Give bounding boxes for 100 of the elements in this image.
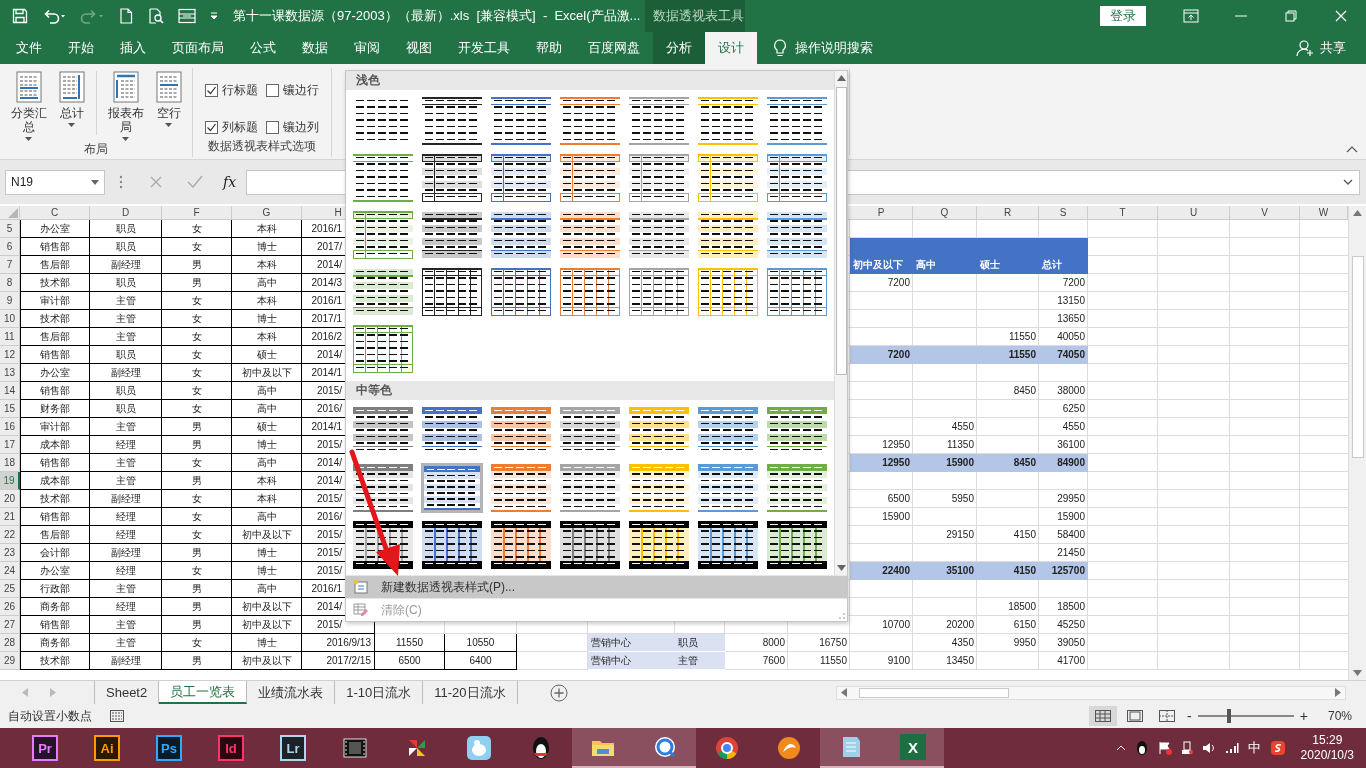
style-thumbnail[interactable] xyxy=(421,463,483,513)
ribbon-tab[interactable]: 审阅 xyxy=(341,32,393,64)
scroll-left-icon[interactable] xyxy=(841,688,847,697)
zoom-out-button[interactable]: - xyxy=(1187,708,1192,724)
check-icon[interactable] xyxy=(187,175,203,189)
ribbon-tab[interactable]: 视图 xyxy=(393,32,445,64)
column-header[interactable]: U xyxy=(1158,206,1230,220)
ribbon-button[interactable]: 报表布局 xyxy=(103,71,148,141)
style-thumbnail[interactable] xyxy=(628,153,690,203)
ribbon-tab[interactable]: 数据 xyxy=(289,32,341,64)
input-method-indicator[interactable]: 中 xyxy=(1247,739,1261,757)
style-thumbnail[interactable] xyxy=(352,267,414,317)
vertical-scrollbar[interactable] xyxy=(1348,206,1366,680)
taskbar-app[interactable]: X xyxy=(882,728,944,768)
ribbon-button[interactable]: 空行 xyxy=(151,71,186,127)
taskbar-app[interactable]: Pr xyxy=(14,728,76,768)
checkbox[interactable]: 列标题 xyxy=(205,116,258,138)
style-thumbnail[interactable] xyxy=(628,520,690,570)
style-thumbnail[interactable] xyxy=(421,96,483,146)
taskbar-app[interactable] xyxy=(634,728,696,768)
row-number[interactable]: 12 xyxy=(0,346,20,364)
zoom-slider-thumb[interactable] xyxy=(1227,709,1232,723)
style-thumbnail[interactable] xyxy=(628,210,690,260)
style-thumbnail[interactable] xyxy=(766,520,828,570)
style-thumbnail[interactable] xyxy=(490,267,552,317)
input-method-icon[interactable] xyxy=(1269,740,1286,756)
style-thumbnail[interactable] xyxy=(628,96,690,146)
row-number[interactable]: 11 xyxy=(0,328,20,346)
scroll-down-icon[interactable] xyxy=(836,565,846,571)
ribbon-button[interactable]: 总计 xyxy=(54,71,89,127)
style-thumbnail[interactable] xyxy=(352,463,414,513)
style-thumbnail[interactable] xyxy=(421,153,483,203)
style-thumbnail[interactable] xyxy=(421,210,483,260)
insert-function-button[interactable]: fx xyxy=(223,174,237,190)
style-thumbnail[interactable] xyxy=(766,153,828,203)
scroll-thumb[interactable] xyxy=(859,687,1009,698)
zoom-in-button[interactable]: + xyxy=(1299,708,1308,724)
row-number[interactable]: 21 xyxy=(0,508,20,526)
row-number[interactable]: 10 xyxy=(0,310,20,328)
row-number[interactable]: 13 xyxy=(0,364,20,382)
taskbar-app[interactable]: Ai xyxy=(76,728,138,768)
clock-time[interactable]: 15:29 xyxy=(1312,733,1343,748)
normal-view-button[interactable] xyxy=(1089,706,1118,726)
column-header[interactable]: S xyxy=(1039,206,1088,220)
style-thumbnail[interactable] xyxy=(697,96,759,146)
taskbar-app[interactable]: Ps xyxy=(138,728,200,768)
ribbon-tab[interactable]: 帮助 xyxy=(523,32,575,64)
row-number[interactable]: 19 xyxy=(0,472,20,490)
style-thumbnail[interactable] xyxy=(697,153,759,203)
expand-icon[interactable] xyxy=(1343,179,1353,185)
style-thumbnail[interactable] xyxy=(697,463,759,513)
column-header[interactable]: P xyxy=(850,206,913,220)
collapse-ribbon-icon[interactable] xyxy=(1346,145,1358,153)
ribbon-tab[interactable]: 公式 xyxy=(237,32,289,64)
checkbox[interactable]: 镶边列 xyxy=(266,116,319,138)
usb-icon[interactable] xyxy=(1180,741,1193,755)
row-number[interactable]: 24 xyxy=(0,562,20,580)
row-number[interactable]: 18 xyxy=(0,454,20,472)
horizontal-scrollbar[interactable] xyxy=(836,685,1346,700)
row-number[interactable]: 29 xyxy=(0,652,20,670)
flag-icon[interactable] xyxy=(1157,741,1172,755)
name-box[interactable]: N19 xyxy=(5,169,105,195)
scroll-up-icon[interactable] xyxy=(836,75,846,81)
scroll-thumb[interactable] xyxy=(1351,256,1364,458)
ribbon-button[interactable]: 分类汇总 xyxy=(6,71,51,141)
row-number[interactable]: 14 xyxy=(0,382,20,400)
row-number[interactable]: 28 xyxy=(0,634,20,652)
style-thumbnail[interactable] xyxy=(559,96,621,146)
style-thumbnail[interactable] xyxy=(559,463,621,513)
penguin-icon[interactable] xyxy=(1134,740,1149,756)
style-thumbnail[interactable] xyxy=(697,520,759,570)
row-number[interactable]: 8 xyxy=(0,274,20,292)
row-number[interactable]: 6 xyxy=(0,238,20,256)
row-number[interactable]: 25 xyxy=(0,580,20,598)
scroll-thumb[interactable] xyxy=(835,87,847,375)
taskbar-app[interactable]: Lr xyxy=(262,728,324,768)
tell-me-search[interactable]: 操作说明搜索 xyxy=(757,32,873,64)
menu-item[interactable]: 新建数据透视表样式(P)... xyxy=(346,575,847,598)
row-number[interactable]: 9 xyxy=(0,292,20,310)
style-thumbnail[interactable] xyxy=(766,267,828,317)
style-thumbnail[interactable] xyxy=(766,96,828,146)
row-number[interactable]: 22 xyxy=(0,526,20,544)
style-thumbnail[interactable] xyxy=(352,324,414,374)
style-thumbnail[interactable] xyxy=(559,210,621,260)
checkbox[interactable]: 行标题 xyxy=(205,79,258,101)
row-number[interactable]: 20 xyxy=(0,490,20,508)
ribbon-tab[interactable]: 设计 xyxy=(705,32,757,64)
scroll-down-icon[interactable] xyxy=(1353,670,1362,676)
ribbon-tab[interactable]: 开始 xyxy=(55,32,107,64)
row-number[interactable]: 27 xyxy=(0,616,20,634)
signal-icon[interactable] xyxy=(1224,742,1239,754)
ribbon-tab[interactable]: 页面布局 xyxy=(159,32,237,64)
style-thumbnail[interactable] xyxy=(352,153,414,203)
zoom-level[interactable]: 70% xyxy=(1327,709,1352,723)
scroll-up-icon[interactable] xyxy=(1353,210,1362,216)
login-button[interactable]: 登录 xyxy=(1100,6,1146,26)
style-thumbnail[interactable] xyxy=(352,210,414,260)
style-thumbnail[interactable] xyxy=(697,210,759,260)
resize-grip-icon[interactable] xyxy=(839,613,845,619)
ribbon-tab[interactable]: 开发工具 xyxy=(445,32,523,64)
